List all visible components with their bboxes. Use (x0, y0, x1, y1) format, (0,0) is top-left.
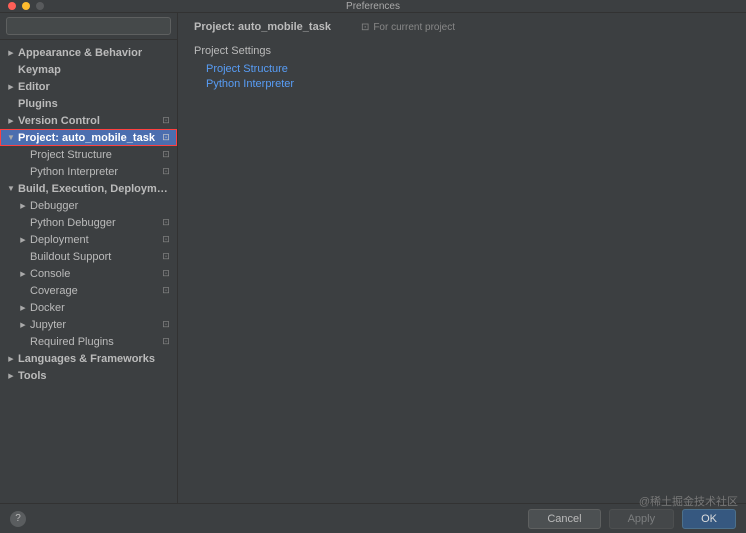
project-badge-icon: ⊡ (161, 116, 171, 126)
tree-item-docker[interactable]: Docker (0, 299, 177, 316)
tree-item-editor[interactable]: Editor (0, 78, 177, 95)
tree-item-appearance[interactable]: Appearance & Behavior (0, 44, 177, 61)
ok-button[interactable]: OK (682, 509, 736, 529)
project-badge-icon: ⊡ (161, 150, 171, 160)
collapse-icon (6, 184, 16, 193)
tree-item-jupyter[interactable]: Jupyter⊡ (0, 316, 177, 333)
maximize-window-icon (36, 2, 44, 10)
expand-icon (6, 117, 16, 125)
expand-icon (18, 270, 28, 278)
project-badge-icon: ⊡ (161, 167, 171, 177)
expand-icon (18, 304, 28, 312)
apply-button[interactable]: Apply (609, 509, 675, 529)
tree-item-project[interactable]: Project: auto_mobile_task⊡ (0, 129, 177, 146)
cancel-button[interactable]: Cancel (528, 509, 600, 529)
tree-item-tools[interactable]: Tools (0, 367, 177, 384)
window-title: Preferences (346, 1, 400, 12)
tree-item-build[interactable]: Build, Execution, Deployment (0, 180, 177, 197)
project-badge-icon: ⊡ (161, 269, 171, 279)
minimize-window-icon[interactable] (22, 2, 30, 10)
scope-label: ⊡ For current project (361, 22, 455, 33)
expand-icon (6, 355, 16, 363)
project-badge-icon: ⊡ (361, 22, 369, 33)
tree-item-debugger[interactable]: Debugger (0, 197, 177, 214)
project-badge-icon: ⊡ (161, 218, 171, 228)
expand-icon (18, 236, 28, 244)
expand-icon (18, 321, 28, 329)
project-badge-icon: ⊡ (161, 252, 171, 262)
tree-item-required-plugins[interactable]: Required Plugins⊡ (0, 333, 177, 350)
tree-item-coverage[interactable]: Coverage⊡ (0, 282, 177, 299)
link-project-structure[interactable]: Project Structure (206, 63, 730, 75)
tree-item-python-debugger[interactable]: Python Debugger⊡ (0, 214, 177, 231)
tree-item-keymap[interactable]: Keymap (0, 61, 177, 78)
tree-item-deployment[interactable]: Deployment⊡ (0, 231, 177, 248)
collapse-icon (6, 133, 16, 142)
tree-item-project-structure[interactable]: Project Structure⊡ (0, 146, 177, 163)
settings-tree: Appearance & Behavior Keymap Editor Plug… (0, 40, 177, 388)
expand-icon (6, 49, 16, 57)
titlebar: Preferences (0, 0, 746, 12)
project-badge-icon: ⊡ (161, 286, 171, 296)
expand-icon (18, 202, 28, 210)
tree-item-languages[interactable]: Languages & Frameworks (0, 350, 177, 367)
search-input[interactable] (6, 17, 171, 35)
page-title: Project: auto_mobile_task (194, 21, 331, 33)
project-badge-icon: ⊡ (161, 320, 171, 330)
sidebar: ⌕ Appearance & Behavior Keymap Editor Pl… (0, 13, 178, 503)
project-badge-icon: ⊡ (161, 133, 171, 143)
project-badge-icon: ⊡ (161, 337, 171, 347)
section-heading: Project Settings (194, 45, 730, 57)
expand-icon (6, 83, 16, 91)
tree-item-python-interpreter[interactable]: Python Interpreter⊡ (0, 163, 177, 180)
main-panel: Project: auto_mobile_task ⊡ For current … (178, 13, 746, 503)
tree-item-version-control[interactable]: Version Control⊡ (0, 112, 177, 129)
footer: ? Cancel Apply OK (0, 503, 746, 533)
tree-item-buildout[interactable]: Buildout Support⊡ (0, 248, 177, 265)
project-badge-icon: ⊡ (161, 235, 171, 245)
tree-item-console[interactable]: Console⊡ (0, 265, 177, 282)
close-window-icon[interactable] (8, 2, 16, 10)
tree-item-plugins[interactable]: Plugins (0, 95, 177, 112)
help-button[interactable]: ? (10, 511, 26, 527)
link-python-interpreter[interactable]: Python Interpreter (206, 78, 730, 90)
window-controls (8, 2, 44, 10)
expand-icon (6, 372, 16, 380)
